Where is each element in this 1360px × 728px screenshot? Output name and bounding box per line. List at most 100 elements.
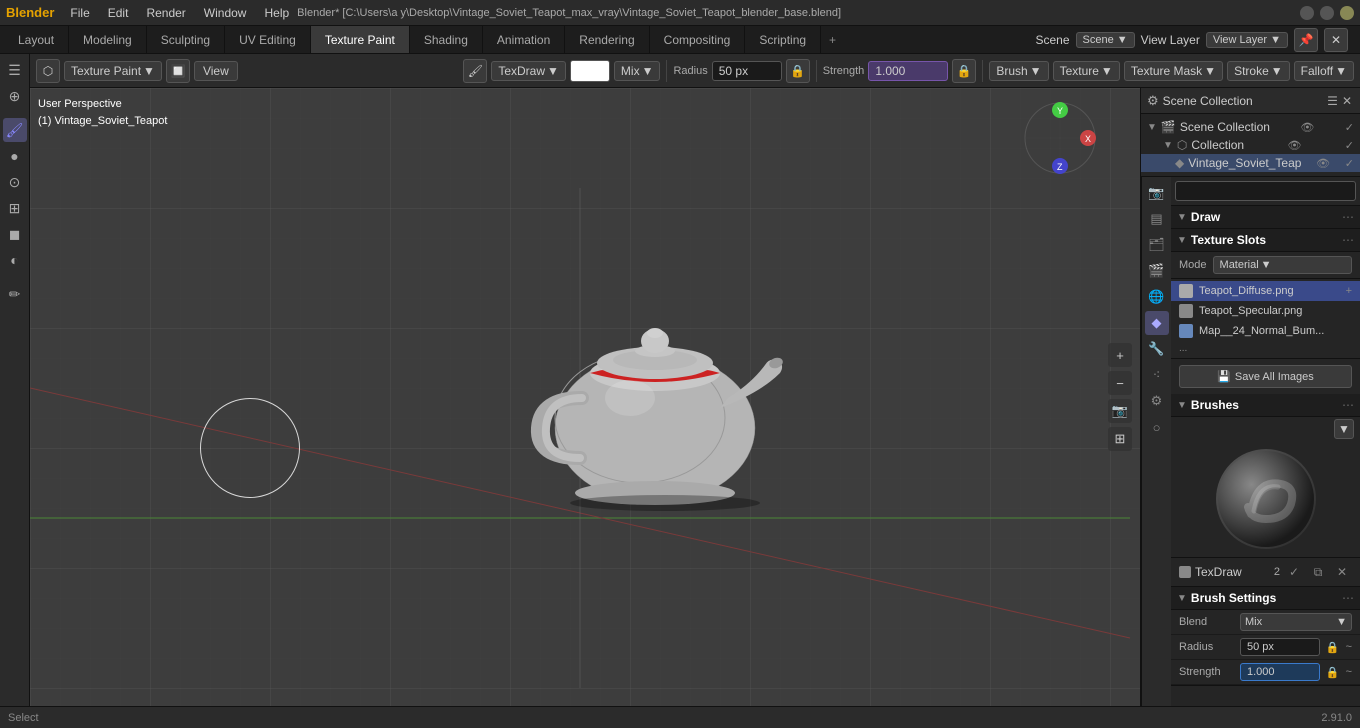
object-check-icon[interactable]: ✓ — [1345, 157, 1354, 170]
mode-dropdown[interactable]: Material ▼ — [1213, 256, 1352, 274]
strength-lock-icon[interactable]: 🔒 — [952, 59, 976, 83]
object-prop-icon[interactable]: ◆ — [1145, 311, 1169, 335]
scene-close-icon[interactable]: ✕ — [1340, 94, 1354, 108]
collection-check-icon[interactable]: ✓ — [1345, 139, 1354, 152]
mode-icon[interactable]: ⬡ — [36, 59, 60, 83]
material-prop-icon[interactable]: ○ — [1145, 415, 1169, 439]
grid-button[interactable]: ⊞ — [1108, 427, 1132, 451]
texture-dropdown[interactable]: Texture ▼ — [1053, 61, 1120, 81]
view-button[interactable]: View — [194, 61, 238, 81]
tab-compositing[interactable]: Compositing — [650, 26, 746, 53]
viewport[interactable]: User Perspective (1) Vintage_Soviet_Teap… — [30, 88, 1140, 706]
add-workspace-button[interactable]: + — [821, 26, 844, 53]
maximize-button[interactable] — [1320, 6, 1334, 20]
draw-section-header[interactable]: ▼ Draw ⋯ — [1171, 206, 1360, 229]
menu-help[interactable]: Help — [256, 4, 297, 22]
radius-field[interactable]: 50 px — [712, 61, 782, 81]
view-layer-selector[interactable]: View Layer ▼ — [1206, 32, 1288, 48]
radius-curve-icon[interactable]: ~ — [1346, 641, 1352, 653]
modifier-prop-icon[interactable]: 🔧 — [1145, 337, 1169, 361]
annotate-icon[interactable]: ✏ — [3, 282, 27, 306]
nav-gizmo[interactable]: X Y Z — [1020, 98, 1100, 181]
radius-number-field[interactable]: 50 px — [1240, 638, 1320, 656]
menu-window[interactable]: Window — [196, 4, 255, 22]
color-swatch[interactable] — [570, 60, 610, 82]
overlay-icon[interactable]: 🔲 — [166, 59, 190, 83]
check-icon[interactable]: ✓ — [1284, 562, 1304, 582]
stroke-dropdown[interactable]: Stroke ▼ — [1227, 61, 1290, 81]
scene-selector[interactable]: Scene ▼ — [1076, 32, 1135, 48]
object-item[interactable]: ◆ Vintage_Soviet_Teap 👁 ✓ — [1141, 154, 1360, 172]
view-layer-filter-icon[interactable]: ☰ — [1325, 94, 1340, 108]
scene-prop-icon[interactable]: 🎬 — [1145, 259, 1169, 283]
pivot-icon[interactable]: ⊕ — [3, 84, 27, 108]
minimize-button[interactable] — [1300, 6, 1314, 20]
menu-file[interactable]: File — [62, 4, 97, 22]
tab-texture-paint[interactable]: Texture Paint — [311, 26, 410, 53]
save-all-button[interactable]: 💾 Save All Images — [1179, 365, 1352, 388]
paint-mode-dropdown[interactable]: Texture Paint ▼ — [64, 61, 162, 81]
blend-prop-dropdown[interactable]: Mix ▼ — [1240, 613, 1352, 631]
collection-eye-icon[interactable]: 👁 — [1287, 139, 1301, 152]
draw-tool-icon[interactable]: 🖌 — [3, 118, 27, 142]
diffuse-thumb — [1179, 284, 1193, 298]
mask-tool-icon[interactable]: ◐ — [3, 248, 27, 272]
strength-field[interactable]: 1.000 — [868, 61, 948, 81]
radius-lock-icon[interactable]: 🔒 — [786, 59, 810, 83]
tab-sculpting[interactable]: Sculpting — [147, 26, 225, 53]
brush-settings-header[interactable]: ▼ Brush Settings ⋯ — [1171, 587, 1360, 610]
object-eye-icon[interactable]: 👁 — [1316, 157, 1330, 170]
pin-button[interactable]: 📌 — [1294, 28, 1318, 52]
menu-render[interactable]: Render — [138, 4, 193, 22]
texture-mask-dropdown[interactable]: Texture Mask ▼ — [1124, 61, 1223, 81]
close-button[interactable] — [1340, 6, 1354, 20]
output-prop-icon[interactable]: ▤ — [1145, 207, 1169, 231]
radius-lock-prop-icon[interactable]: 🔒 — [1326, 641, 1340, 654]
tab-shading[interactable]: Shading — [410, 26, 483, 53]
texture-item-specular[interactable]: Teapot_Specular.png — [1171, 301, 1360, 321]
strength-curve-icon[interactable]: ~ — [1346, 666, 1352, 678]
physics-prop-icon[interactable]: ⚙ — [1145, 389, 1169, 413]
collection-item[interactable]: ▼ ⬡ Collection 👁 ✓ — [1141, 136, 1360, 154]
render-prop-icon[interactable]: 📷 — [1145, 181, 1169, 205]
copy-brush-icon[interactable]: ⧉ — [1308, 562, 1328, 582]
brush-type-dropdown[interactable]: TexDraw ▼ — [491, 61, 566, 81]
soften-tool-icon[interactable]: ● — [3, 144, 27, 168]
tab-modeling[interactable]: Modeling — [69, 26, 147, 53]
tab-scripting[interactable]: Scripting — [745, 26, 821, 53]
tab-layout[interactable]: Layout — [4, 26, 69, 53]
menu-edit[interactable]: Edit — [100, 4, 137, 22]
particles-prop-icon[interactable]: ⁖ — [1145, 363, 1169, 387]
clone-tool-icon[interactable]: ⊞ — [3, 196, 27, 220]
search-input[interactable] — [1175, 181, 1356, 201]
blender-version: 2.91.0 — [1321, 712, 1352, 724]
view-layer-prop-icon[interactable]: 🗂 — [1145, 233, 1169, 257]
brushes-section-header[interactable]: ▼ Brushes ⋯ — [1171, 394, 1360, 417]
fill-tool-icon[interactable]: ◼ — [3, 222, 27, 246]
strength-number-field[interactable]: 1.000 — [1240, 663, 1320, 681]
delete-brush-icon[interactable]: ✕ — [1332, 562, 1352, 582]
world-prop-icon[interactable]: 🌐 — [1145, 285, 1169, 309]
scene-collection-item[interactable]: ▼ 🎬 Scene Collection 👁 ✓ — [1141, 118, 1360, 136]
tab-uv-editing[interactable]: UV Editing — [225, 26, 311, 53]
zoom-in-button[interactable]: + — [1108, 343, 1132, 367]
texture-slots-header[interactable]: ▼ Texture Slots ⋯ — [1171, 229, 1360, 252]
strength-lock-prop-icon[interactable]: 🔒 — [1326, 666, 1340, 679]
eye-icon[interactable]: 👁 — [1300, 121, 1314, 134]
tab-animation[interactable]: Animation — [483, 26, 565, 53]
checkmark-icon[interactable]: ✓ — [1345, 121, 1354, 134]
texture-item-diffuse[interactable]: Teapot_Diffuse.png + — [1171, 281, 1360, 301]
add-texture-button[interactable]: + — [1346, 285, 1352, 297]
falloff-dropdown[interactable]: Falloff ▼ — [1294, 61, 1354, 81]
tab-rendering[interactable]: Rendering — [565, 26, 649, 53]
blend-dropdown[interactable]: Mix ▼ — [614, 61, 661, 81]
mode-select-icon[interactable]: ☰ — [3, 58, 27, 82]
settings-button[interactable]: ✕ — [1324, 28, 1348, 52]
brush-expand-button[interactable]: ▼ — [1334, 419, 1354, 439]
camera-view-button[interactable]: 📷 — [1108, 399, 1132, 423]
smear-tool-icon[interactable]: ⊙ — [3, 170, 27, 194]
brush-dropdown[interactable]: Brush ▼ — [989, 61, 1048, 81]
zoom-out-button[interactable]: − — [1108, 371, 1132, 395]
brush-type-label: TexDraw — [498, 64, 545, 78]
texture-item-normal[interactable]: Map__24_Normal_Bum... — [1171, 321, 1360, 341]
